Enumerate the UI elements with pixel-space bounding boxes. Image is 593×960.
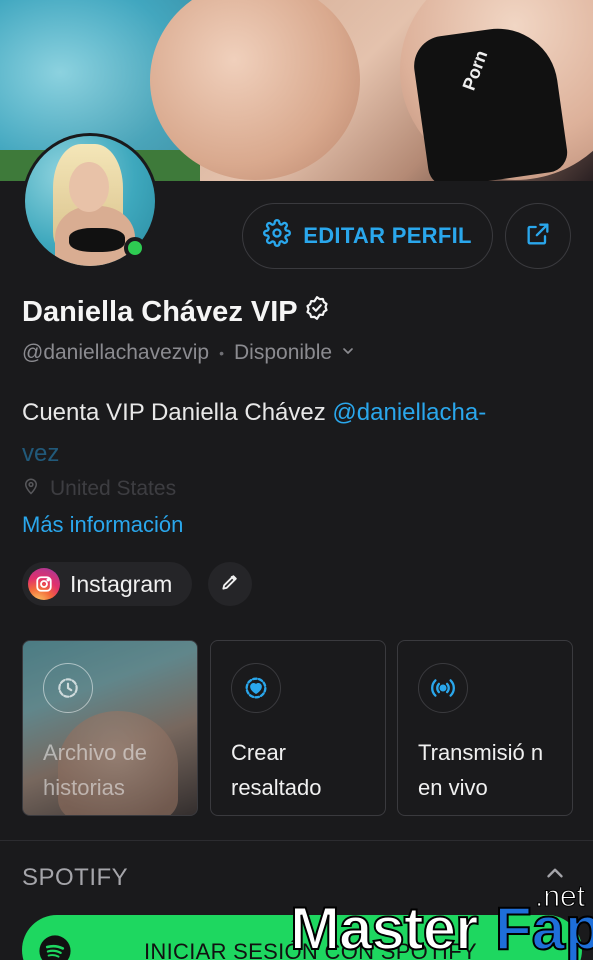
availability-dropdown[interactable]: Disponible <box>234 341 356 365</box>
edit-profile-label: EDITAR PERFIL <box>303 223 472 248</box>
broadcast-icon <box>418 663 468 713</box>
separator: • <box>219 345 224 361</box>
profile-name-text: Daniella Chávez VIP <box>22 295 298 328</box>
location-text: United States <box>50 477 177 500</box>
heart-circle-icon <box>231 663 281 713</box>
profile-bio: Cuenta VIP Daniella Chávez @daniellacha-… <box>22 392 562 474</box>
highlight-label: Archivo de historias <box>43 740 147 800</box>
bio-mention-link-cont[interactable]: vez <box>22 440 59 467</box>
site-watermark: Master Fap .net <box>289 880 593 960</box>
chevron-down-icon <box>340 341 356 365</box>
handle-row: @daniellachavezvip • Disponible <box>22 341 356 365</box>
profile-handle: @daniellachavezvip <box>22 341 210 364</box>
profile-location: United States <box>22 476 176 502</box>
edit-profile-button[interactable]: EDITAR PERFIL <box>242 203 493 269</box>
profile-name: Daniella Chávez VIP <box>22 295 330 329</box>
online-status-indicator <box>124 237 146 259</box>
location-pin-icon <box>22 476 40 502</box>
history-clock-icon <box>43 663 93 713</box>
bio-text: Cuenta VIP Daniella Chávez <box>22 399 333 426</box>
instagram-label: Instagram <box>70 570 173 597</box>
highlight-label: Transmisió n en vivo <box>418 740 544 800</box>
bio-mention-link[interactable]: @daniellacha- <box>332 399 486 426</box>
pencil-icon <box>220 572 240 597</box>
instagram-icon <box>28 568 60 600</box>
gear-icon <box>263 219 292 253</box>
highlight-label: Crear resaltado <box>231 740 322 800</box>
availability-status: Disponible <box>234 341 333 364</box>
more-info-link[interactable]: Más información <box>22 512 183 538</box>
spotify-icon <box>38 934 72 960</box>
instagram-link-chip[interactable]: Instagram <box>22 562 193 606</box>
verified-badge-icon <box>304 295 330 329</box>
share-button[interactable] <box>505 203 571 269</box>
highlight-story-archive[interactable]: Archivo de historias <box>22 640 198 816</box>
watermark-text-3: .net <box>534 880 586 914</box>
section-divider <box>0 840 593 841</box>
spotify-section-title: SPOTIFY <box>22 864 129 891</box>
share-icon <box>524 220 552 253</box>
highlight-create[interactable]: Crear resaltado <box>210 640 386 816</box>
highlight-live-stream[interactable]: Transmisió n en vivo <box>397 640 573 816</box>
watermark-text-1: Master <box>289 894 479 960</box>
edit-links-button[interactable] <box>208 562 252 606</box>
